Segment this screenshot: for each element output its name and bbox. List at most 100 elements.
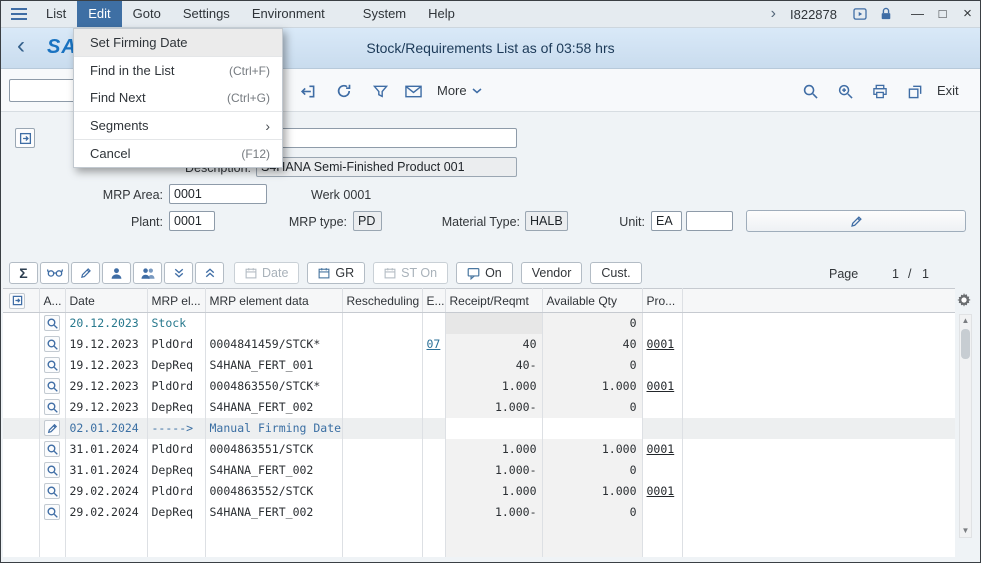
material-type-field[interactable]: HALB [525, 211, 568, 231]
cell-receipt: 1.000- [445, 501, 543, 523]
cell-data: Manual Firming Date [205, 417, 343, 439]
scrollbar-thumb[interactable] [961, 329, 970, 359]
sum-button[interactable]: Σ [9, 262, 38, 284]
more-button[interactable]: More [437, 83, 482, 98]
gr-button[interactable]: GR [307, 262, 366, 284]
magnifier-icon[interactable] [44, 357, 60, 373]
table-row-firming-date[interactable]: 02.01.2024 -----> Manual Firming Date [3, 417, 955, 439]
magnifier-icon[interactable] [44, 483, 60, 499]
exception-link[interactable]: 07 [427, 337, 441, 351]
double-chevron-up-button[interactable] [195, 262, 224, 284]
pro-link[interactable]: 0001 [647, 379, 675, 393]
menu-item-set-firming-date[interactable]: Set Firming Date [74, 29, 282, 56]
magnifier-icon[interactable] [44, 378, 60, 394]
col-available[interactable]: Available Qty [542, 288, 643, 313]
refresh-icon[interactable] [333, 81, 355, 101]
edit-list-button[interactable] [71, 262, 100, 284]
menu-item-label: Find Next [90, 90, 146, 105]
menu-item-find-in-list[interactable]: Find in the List (Ctrl+F) [74, 57, 282, 84]
menu-list[interactable]: List [35, 1, 77, 27]
menu-item-shortcut: (Ctrl+F) [229, 63, 270, 78]
mrp-area-field[interactable]: 0001 [169, 184, 267, 204]
vertical-scrollbar[interactable]: ▲ ▼ [959, 314, 972, 538]
table-row[interactable]: 31.01.2024 DepReq S4HANA_FERT_002 1.000-… [3, 459, 955, 481]
table-row[interactable]: 31.01.2024 PldOrd 0004863551/STCK 1.000 … [3, 438, 955, 460]
email-icon[interactable] [402, 81, 424, 101]
menu-settings[interactable]: Settings [172, 1, 241, 27]
menu-system[interactable]: System [352, 1, 417, 27]
scroll-up-icon[interactable]: ▲ [962, 315, 970, 327]
filter-icon[interactable] [369, 81, 391, 101]
col-mrp-el[interactable]: MRP el... [147, 288, 206, 313]
magnifier-icon[interactable] [44, 441, 60, 457]
menu-help[interactable]: Help [417, 1, 466, 27]
close-button[interactable]: × [955, 1, 980, 27]
people-button[interactable] [133, 262, 162, 284]
table-row[interactable]: 19.12.2023 PldOrd 0004841459/STCK* 07 40… [3, 333, 955, 355]
description-field[interactable]: S4HANA Semi-Finished Product 001 [256, 157, 517, 177]
material-field[interactable] [256, 128, 517, 148]
screen-play-icon[interactable] [853, 8, 867, 20]
table-row[interactable]: 20.12.2023 Stock 0 [3, 312, 955, 334]
cust-button[interactable]: Cust. [590, 262, 642, 284]
box-arrow-icon[interactable] [9, 292, 25, 309]
menu-environment[interactable]: Environment [241, 1, 336, 27]
pro-link[interactable]: 0001 [647, 442, 675, 456]
mrp-type-field[interactable]: PD [353, 211, 382, 231]
menu-item-shortcut: (Ctrl+G) [227, 90, 270, 105]
table-row[interactable]: 29.12.2023 DepReq S4HANA_FERT_002 1.000-… [3, 396, 955, 418]
unit-extra-field[interactable] [686, 211, 733, 231]
magnifier-icon[interactable] [44, 399, 60, 415]
table-row[interactable]: 19.12.2023 DepReq S4HANA_FERT_001 40- 0 [3, 354, 955, 376]
pro-link[interactable]: 0001 [647, 337, 675, 351]
edit-button[interactable] [746, 210, 966, 232]
col-mrp-element-data[interactable]: MRP element data [205, 288, 343, 313]
cell-data: S4HANA_FERT_002 [205, 459, 343, 481]
col-receipt[interactable]: Receipt/Reqmt [445, 288, 543, 313]
on-button[interactable]: On [456, 262, 513, 284]
unit-field[interactable]: EA [651, 211, 682, 231]
shortcut-icon[interactable] [904, 81, 926, 101]
col-date[interactable]: Date [65, 288, 148, 313]
search-plus-icon[interactable] [834, 81, 856, 101]
magnifier-icon[interactable] [44, 336, 60, 352]
table-row[interactable]: 29.02.2024 DepReq S4HANA_FERT_002 1.000-… [3, 501, 955, 523]
menu-edit[interactable]: Edit [77, 1, 122, 27]
magnifier-icon[interactable] [44, 462, 60, 478]
maximize-button[interactable]: □ [930, 1, 955, 27]
printer-icon[interactable] [869, 81, 891, 101]
magnifier-icon[interactable] [44, 504, 60, 520]
lock-icon[interactable] [880, 7, 892, 21]
table-settings-gear-icon[interactable] [957, 293, 971, 312]
chevron-right-icon[interactable]: › [757, 1, 790, 27]
hamburger-menu-icon[interactable] [1, 1, 35, 27]
col-pro[interactable]: Pro... [642, 288, 683, 313]
col-rescheduling[interactable]: Rescheduling ... [342, 288, 423, 313]
plant-field[interactable]: 0001 [169, 211, 215, 231]
table-row[interactable]: 29.12.2023 PldOrd 0004863550/STCK* 1.000… [3, 375, 955, 397]
door-arrow-icon[interactable] [297, 81, 319, 101]
search-icon[interactable] [799, 81, 821, 101]
exit-button[interactable]: Exit [937, 83, 959, 98]
glasses-button[interactable] [40, 262, 69, 284]
col-a[interactable]: A... [39, 288, 66, 313]
pencil-icon[interactable] [44, 420, 60, 436]
table-row[interactable]: 29.02.2024 PldOrd 0004863552/STCK 1.000 … [3, 480, 955, 502]
cell-receipt [445, 312, 543, 334]
st-on-button[interactable]: ST On [373, 262, 449, 284]
menu-goto[interactable]: Goto [122, 1, 172, 27]
magnifier-icon[interactable] [44, 315, 60, 332]
col-e[interactable]: E... [422, 288, 446, 313]
vendor-button[interactable]: Vendor [520, 262, 583, 284]
date-button[interactable]: Date [234, 262, 300, 284]
glasses-icon [46, 269, 63, 277]
pro-link[interactable]: 0001 [647, 484, 675, 498]
person-button[interactable] [102, 262, 131, 284]
menu-item-find-next[interactable]: Find Next (Ctrl+G) [74, 84, 282, 111]
double-chevron-down-button[interactable] [164, 262, 193, 284]
menu-item-segments[interactable]: Segments › [74, 112, 282, 139]
menu-item-cancel[interactable]: Cancel (F12) [74, 140, 282, 167]
minimize-button[interactable]: — [905, 1, 930, 27]
scroll-down-icon[interactable]: ▼ [962, 525, 970, 537]
expand-header-icon[interactable] [15, 128, 35, 148]
